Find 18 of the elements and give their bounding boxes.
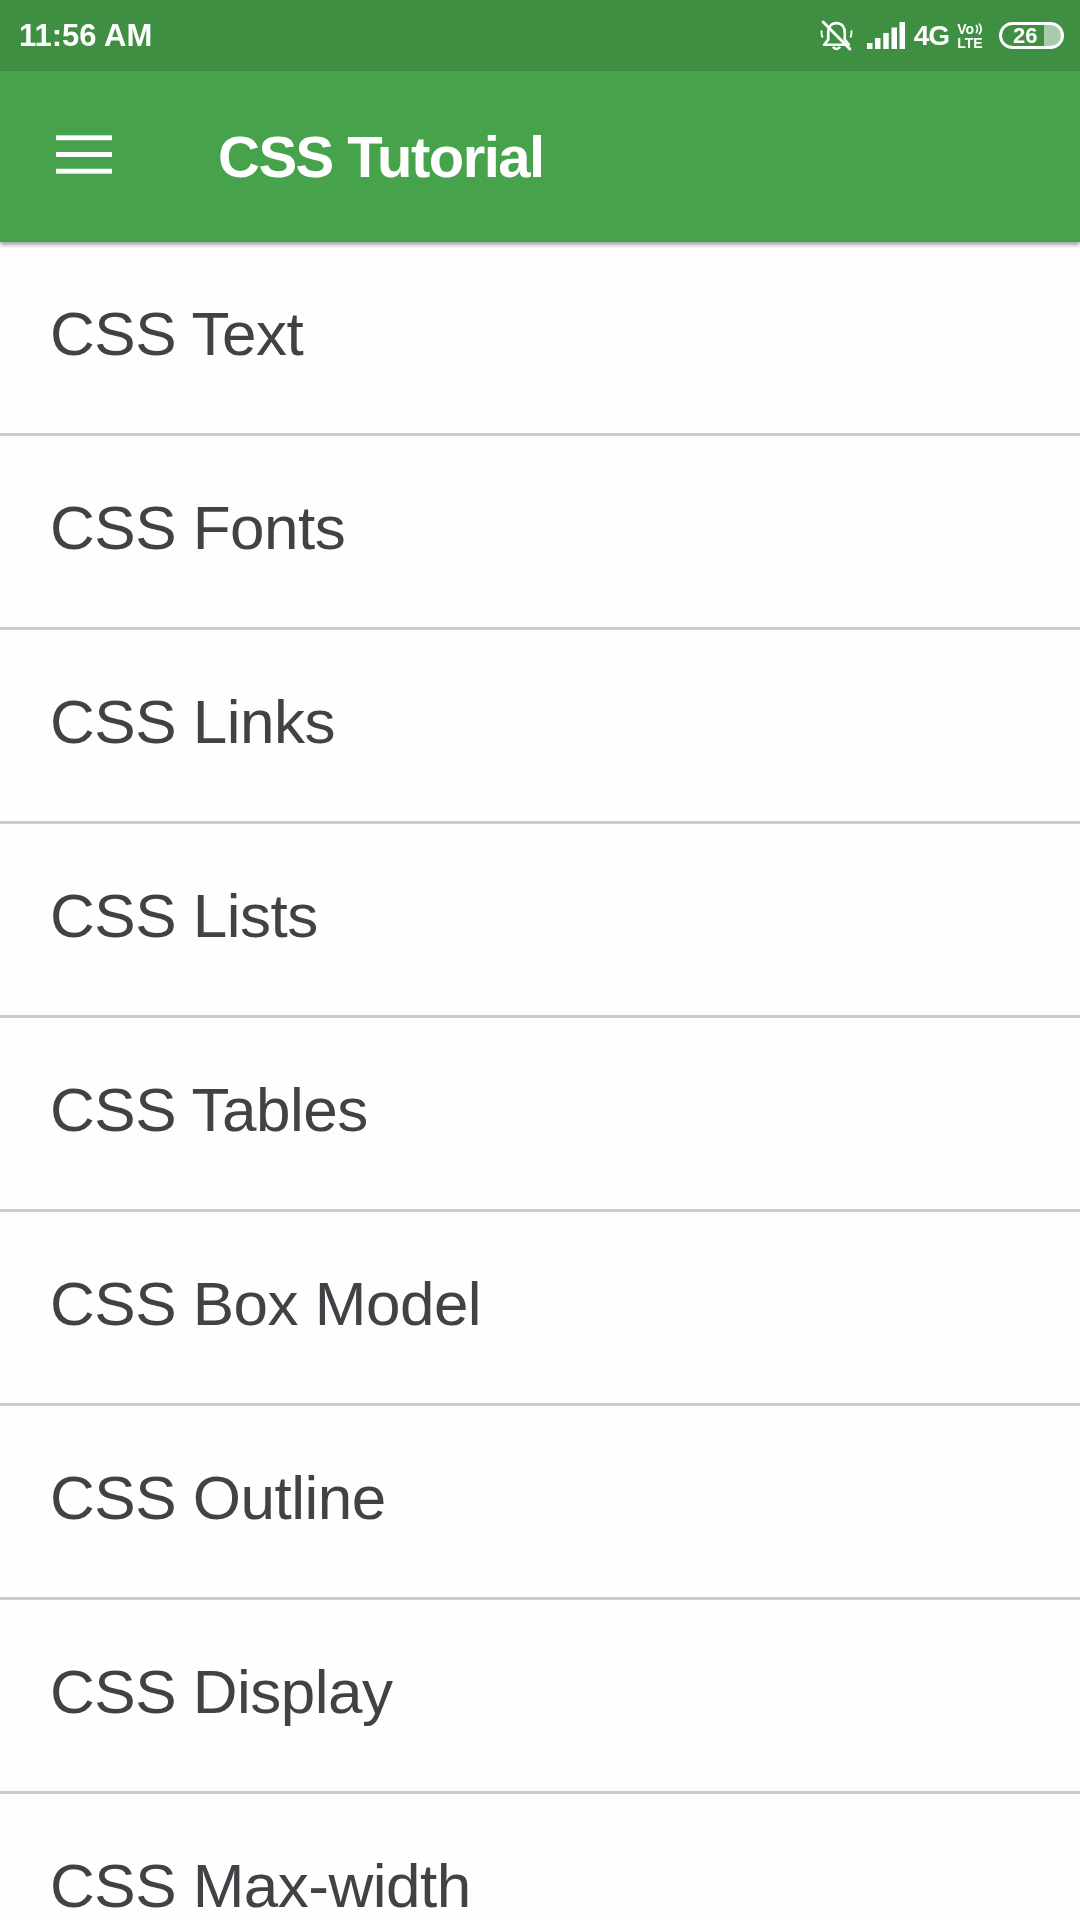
- list-item-label: CSS Box Model: [50, 1273, 482, 1335]
- network-type-text: 4G: [913, 21, 950, 50]
- bell-off-icon: [819, 20, 853, 51]
- list-item-label: CSS Links: [50, 691, 335, 753]
- list-item-label: CSS Lists: [50, 885, 318, 947]
- list-item-label: CSS Text: [50, 303, 304, 365]
- list-item-label: CSS Tables: [50, 1079, 368, 1141]
- list-item-label: CSS Fonts: [50, 497, 346, 559]
- list-item-label: CSS Max-width: [50, 1855, 471, 1917]
- menu-icon[interactable]: [56, 135, 112, 174]
- battery-level-text: 26: [1013, 24, 1038, 47]
- volte-text: Vo: [957, 21, 974, 36]
- app-title: CSS Tutorial: [218, 127, 544, 186]
- signal-icon: [866, 22, 905, 49]
- list-item-label: CSS Outline: [50, 1467, 386, 1529]
- clock-text: 11:56 AM: [19, 20, 153, 51]
- waves-icon: [975, 22, 983, 35]
- lte-text: LTE: [957, 35, 983, 50]
